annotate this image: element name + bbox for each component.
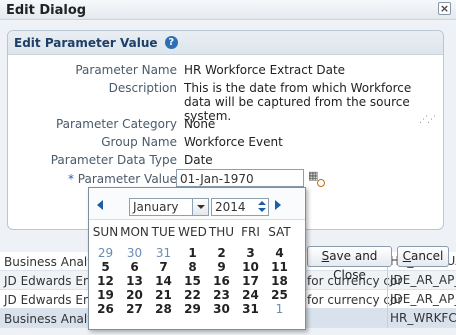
calendar-icon[interactable]: ▦ xyxy=(308,169,325,187)
calendar-day[interactable]: 27 xyxy=(120,302,149,316)
day-header: MON xyxy=(120,225,149,239)
chevron-down-icon[interactable] xyxy=(192,199,208,215)
parameter-value-label: * Parameter Value xyxy=(68,172,177,186)
parameter-category-label: Parameter Category xyxy=(55,117,177,131)
date-picker-popup: January 2014 SUN MON TUE WED THU FRI SAT 29 30 3… xyxy=(88,187,306,330)
cancel-suffix: ancel xyxy=(411,249,444,263)
calendar-day[interactable]: 17 xyxy=(236,274,265,288)
calendar-day[interactable]: 11 xyxy=(265,260,294,274)
year-spinner[interactable]: 2014 xyxy=(211,198,269,216)
parameter-data-type-value: Date xyxy=(184,153,213,167)
calendar-day[interactable]: 31 xyxy=(236,302,265,316)
month-select[interactable]: January xyxy=(129,198,209,216)
calendar-day[interactable]: 29 xyxy=(178,302,207,316)
calendar-day[interactable]: 18 xyxy=(265,274,294,288)
calendar-day[interactable]: 19 xyxy=(91,288,120,302)
group-name-label: Group Name xyxy=(101,135,177,149)
calendar-day[interactable]: 10 xyxy=(236,260,265,274)
calendar-day[interactable]: 2 xyxy=(207,246,236,260)
calendar-day[interactable]: 25 xyxy=(265,288,294,302)
calendar-day[interactable]: 8 xyxy=(178,260,207,274)
calendar-day[interactable]: 3 xyxy=(236,246,265,260)
parameter-name-label: Parameter Name xyxy=(75,63,177,77)
calendar-day[interactable]: 1 xyxy=(265,302,294,316)
day-header: SAT xyxy=(268,225,291,239)
cancel-mnemonic: C xyxy=(402,249,412,263)
panel-title: Edit Parameter Value xyxy=(14,36,158,50)
calendar-day[interactable]: 26 xyxy=(91,302,120,316)
group-name-value: Workforce Event xyxy=(184,135,283,149)
calendar-day[interactable]: 20 xyxy=(120,288,149,302)
calendar-day[interactable]: 30 xyxy=(120,246,149,260)
previous-month-icon[interactable] xyxy=(97,200,103,210)
day-header: THU xyxy=(208,225,235,239)
resize-grip-icon[interactable]: ⋰⋰ xyxy=(419,115,436,125)
table-cell: HR_WRKFC_E xyxy=(387,309,456,328)
table-cell: JDE_AR_AP_E xyxy=(387,290,456,309)
table-cell: JDE_AR_AP_E xyxy=(387,271,456,290)
dialog-title-bar: Edit Dialog × xyxy=(0,0,456,20)
parameter-name-value: HR Workforce Extract Date xyxy=(184,63,346,77)
calendar-day[interactable]: 14 xyxy=(149,274,178,288)
day-header: WED xyxy=(178,225,207,239)
description-value: This is the date from which Workforce da… xyxy=(184,81,412,123)
calendar-day[interactable]: 13 xyxy=(120,274,149,288)
year-value: 2014 xyxy=(215,200,246,214)
calendar-day[interactable]: 1 xyxy=(178,246,207,260)
month-select-value: January xyxy=(133,200,179,214)
calendar-day[interactable]: 12 xyxy=(91,274,120,288)
calendar-day[interactable]: 7 xyxy=(149,260,178,274)
next-month-icon[interactable] xyxy=(275,200,281,210)
calendar-day[interactable]: 15 xyxy=(178,274,207,288)
calendar-day[interactable]: 29 xyxy=(91,246,120,260)
save-and-close-button[interactable]: Save and Close xyxy=(307,246,392,282)
dialog-title: Edit Dialog xyxy=(6,3,87,18)
required-marker: * xyxy=(67,172,74,186)
day-header: TUE xyxy=(151,225,176,239)
parameter-data-type-label: Parameter Data Type xyxy=(50,153,177,167)
cancel-button[interactable]: Cancel xyxy=(397,246,449,267)
calendar-day[interactable]: 23 xyxy=(207,288,236,302)
parameter-category-value: None xyxy=(184,117,216,131)
day-header: SUN xyxy=(92,225,119,239)
calendar-day[interactable]: 4 xyxy=(265,246,294,260)
calendar-day[interactable]: 28 xyxy=(149,302,178,316)
close-icon[interactable]: × xyxy=(438,2,451,15)
calendar-day[interactable]: 5 xyxy=(91,260,120,274)
help-icon[interactable]: ? xyxy=(164,36,178,49)
parameter-value-label-text: Parameter Value xyxy=(77,172,177,186)
calendar-day[interactable]: 9 xyxy=(207,260,236,274)
calendar-day[interactable]: 30 xyxy=(207,302,236,316)
calendar-day[interactable]: 6 xyxy=(120,260,149,274)
calendar-day[interactable]: 21 xyxy=(149,288,178,302)
calendar-day[interactable]: 24 xyxy=(236,288,265,302)
description-label: Description xyxy=(108,81,177,95)
calendar-day[interactable]: 22 xyxy=(178,288,207,302)
calendar-day[interactable]: 31 xyxy=(149,246,178,260)
date-picker-header: January 2014 xyxy=(89,188,305,220)
parameter-value-input[interactable]: 01-Jan-1970 xyxy=(176,169,304,187)
panel-header: Edit Parameter Value ? xyxy=(8,31,443,55)
calendar-day[interactable]: 16 xyxy=(207,274,236,288)
spinner-arrows-icon[interactable] xyxy=(257,200,267,214)
day-header: FRI xyxy=(241,225,260,239)
